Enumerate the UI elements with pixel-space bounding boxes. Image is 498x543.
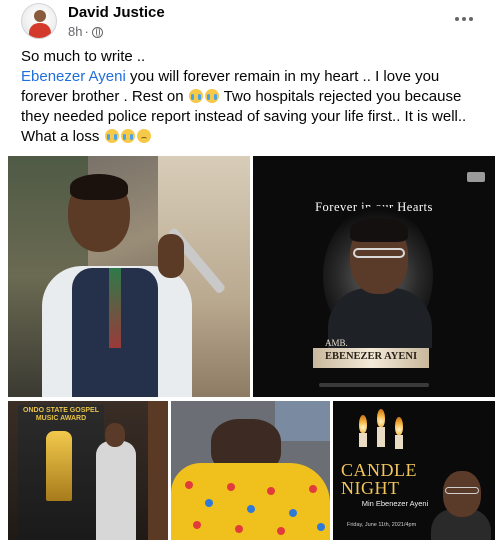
crying-emoji-icon bbox=[120, 129, 135, 143]
candle-flame bbox=[377, 409, 385, 427]
wood-panel bbox=[148, 401, 168, 540]
singer-hair bbox=[70, 174, 128, 200]
memorial-prefix: AMB. bbox=[325, 338, 348, 348]
more-options-icon[interactable] bbox=[450, 8, 478, 30]
avatar-body bbox=[29, 23, 51, 38]
award-title: ONDO STATE GOSPEL MUSIC AWARD bbox=[23, 407, 99, 422]
photo-grid: Forever in our Hearts AMB. EBENEZER AYEN… bbox=[0, 152, 498, 543]
meta-separator: · bbox=[84, 24, 89, 39]
logo-icon bbox=[467, 172, 485, 182]
photo-award[interactable]: ONDO STATE GOSPEL MUSIC AWARD bbox=[8, 401, 168, 540]
crying-emoji-icon bbox=[188, 89, 203, 103]
person-suit bbox=[96, 441, 136, 540]
singer-hand bbox=[158, 234, 184, 278]
photo-candle-night[interactable]: CANDLE NIGHT Min Ebenezer Ayeni Friday, … bbox=[333, 401, 495, 540]
polka-dot bbox=[185, 481, 193, 489]
portrait-hair bbox=[350, 218, 408, 242]
memorial-footer bbox=[319, 383, 429, 387]
facebook-post: David Justice 8h · So much to write .. E… bbox=[0, 0, 498, 543]
candle bbox=[359, 433, 367, 447]
polka-dot bbox=[309, 485, 317, 493]
background-cloth bbox=[275, 401, 330, 441]
more-dot bbox=[455, 17, 459, 21]
post-text-body: Ebenezer Ayeni you will forever remain i… bbox=[21, 67, 487, 147]
polka-dot bbox=[227, 483, 235, 491]
crying-emoji-icon bbox=[104, 129, 119, 143]
polka-dot bbox=[193, 521, 201, 529]
candle-night-name: Min Ebenezer Ayeni bbox=[361, 499, 429, 508]
candle-night-title: CANDLE NIGHT bbox=[341, 460, 417, 498]
polka-dot bbox=[267, 487, 275, 495]
mention-link[interactable]: Ebenezer Ayeni bbox=[21, 68, 126, 85]
sad-emoji-icon bbox=[136, 129, 151, 143]
polka-dot bbox=[277, 527, 285, 535]
photo-memorial[interactable]: Forever in our Hearts AMB. EBENEZER AYEN… bbox=[253, 156, 495, 397]
author-name[interactable]: David Justice bbox=[68, 4, 165, 22]
memorial-name: EBENEZER AYENI bbox=[324, 351, 418, 362]
candle-flame bbox=[395, 417, 403, 435]
photo-hospital[interactable] bbox=[171, 401, 330, 540]
polka-dot bbox=[235, 525, 243, 533]
person-head bbox=[105, 423, 125, 447]
polka-dot bbox=[317, 523, 325, 531]
trophy-icon bbox=[46, 431, 72, 501]
candle bbox=[377, 427, 385, 447]
more-dot bbox=[462, 17, 466, 21]
post-header: David Justice 8h · bbox=[0, 0, 498, 46]
polka-dot bbox=[289, 509, 297, 517]
portrait-glasses bbox=[445, 487, 479, 494]
candle-flame bbox=[359, 415, 367, 433]
author-avatar[interactable] bbox=[21, 3, 57, 39]
post-meta: 8h · bbox=[68, 24, 103, 40]
photo-singer[interactable] bbox=[8, 156, 250, 397]
candle bbox=[395, 435, 403, 449]
post-time[interactable]: 8h bbox=[68, 24, 82, 40]
crying-emoji-icon bbox=[204, 89, 219, 103]
globe-icon[interactable] bbox=[91, 26, 103, 38]
polka-dot bbox=[247, 505, 255, 513]
post-text: So much to write .. Ebenezer Ayeni you w… bbox=[21, 47, 487, 147]
singer-tie bbox=[109, 268, 121, 348]
portrait-glasses bbox=[353, 248, 405, 258]
avatar-head bbox=[34, 10, 46, 22]
polka-dot bbox=[205, 499, 213, 507]
post-text-line: So much to write .. bbox=[21, 48, 146, 65]
portrait-face bbox=[443, 471, 481, 517]
more-dot bbox=[469, 17, 473, 21]
